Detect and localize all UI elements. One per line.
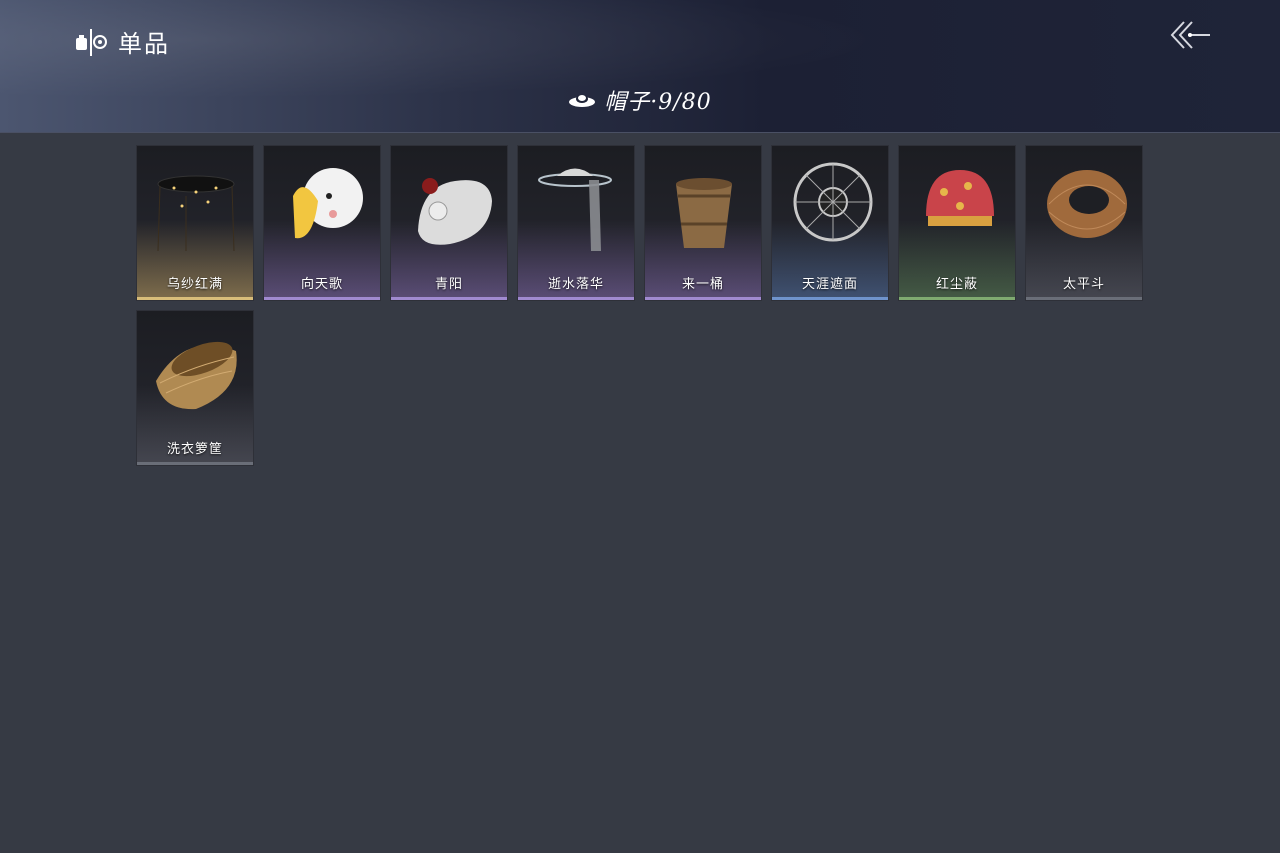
item-name: 来一桶: [681, 277, 724, 292]
black-gauze-hat-icon: [157, 175, 235, 252]
rarity-bar: [264, 297, 380, 300]
item-name: 逝水落华: [547, 277, 604, 292]
rarity-bar: [1026, 297, 1142, 300]
item-card[interactable]: 天涯遮面: [771, 145, 889, 301]
page-title-group: 单品: [74, 24, 170, 59]
item-card[interactable]: 太平斗: [1025, 145, 1143, 301]
frame-hat-icon: [793, 162, 873, 242]
item-name: 青阳: [434, 277, 463, 292]
goose-hood-hat-icon: [293, 168, 363, 239]
category-header: 帽子·9/80: [0, 84, 1280, 116]
item-grid: 乌纱红满 向天歌 青阳 逝水落华 来一桶 天涯遮面 红尘蔽 太平斗 洗衣箩筐: [136, 145, 1143, 466]
item-card[interactable]: 乌纱红满: [136, 145, 254, 301]
category-label: 帽子·9/80: [604, 90, 712, 115]
rarity-bar: [137, 462, 253, 465]
veiled-hat-icon: [538, 168, 612, 251]
item-card[interactable]: 红尘蔽: [898, 145, 1016, 301]
item-name: 洗衣箩筐: [166, 442, 223, 457]
laundry-basket-icon: [156, 341, 237, 410]
item-name: 乌纱红满: [166, 277, 223, 292]
rarity-bar: [899, 297, 1015, 300]
item-name: 向天歌: [300, 277, 343, 292]
item-name: 红尘蔽: [935, 277, 978, 292]
wardrobe-icon: [76, 28, 107, 56]
item-card[interactable]: 洗衣箩筐: [136, 310, 254, 466]
rarity-bar: [772, 297, 888, 300]
rarity-bar: [518, 297, 634, 300]
back-arrow-icon[interactable]: [1166, 18, 1212, 52]
item-name: 太平斗: [1062, 277, 1105, 292]
item-card[interactable]: 青阳: [390, 145, 508, 301]
white-rabbit-hat-icon: [418, 178, 492, 245]
header-banner: 单品 帽子·9/80: [0, 0, 1280, 133]
item-card[interactable]: 向天歌: [263, 145, 381, 301]
rarity-bar: [391, 297, 507, 300]
page-title: 单品: [118, 30, 170, 58]
red-cap-icon: [926, 170, 994, 226]
item-card[interactable]: 逝水落华: [517, 145, 635, 301]
wooden-bucket-hat-icon: [676, 178, 732, 248]
item-name: 天涯遮面: [801, 277, 858, 292]
item-card[interactable]: 来一桶: [644, 145, 762, 301]
rarity-bar: [137, 297, 253, 300]
bamboo-hat-icon: [1047, 170, 1127, 238]
hat-icon: [569, 95, 596, 107]
rarity-bar: [645, 297, 761, 300]
